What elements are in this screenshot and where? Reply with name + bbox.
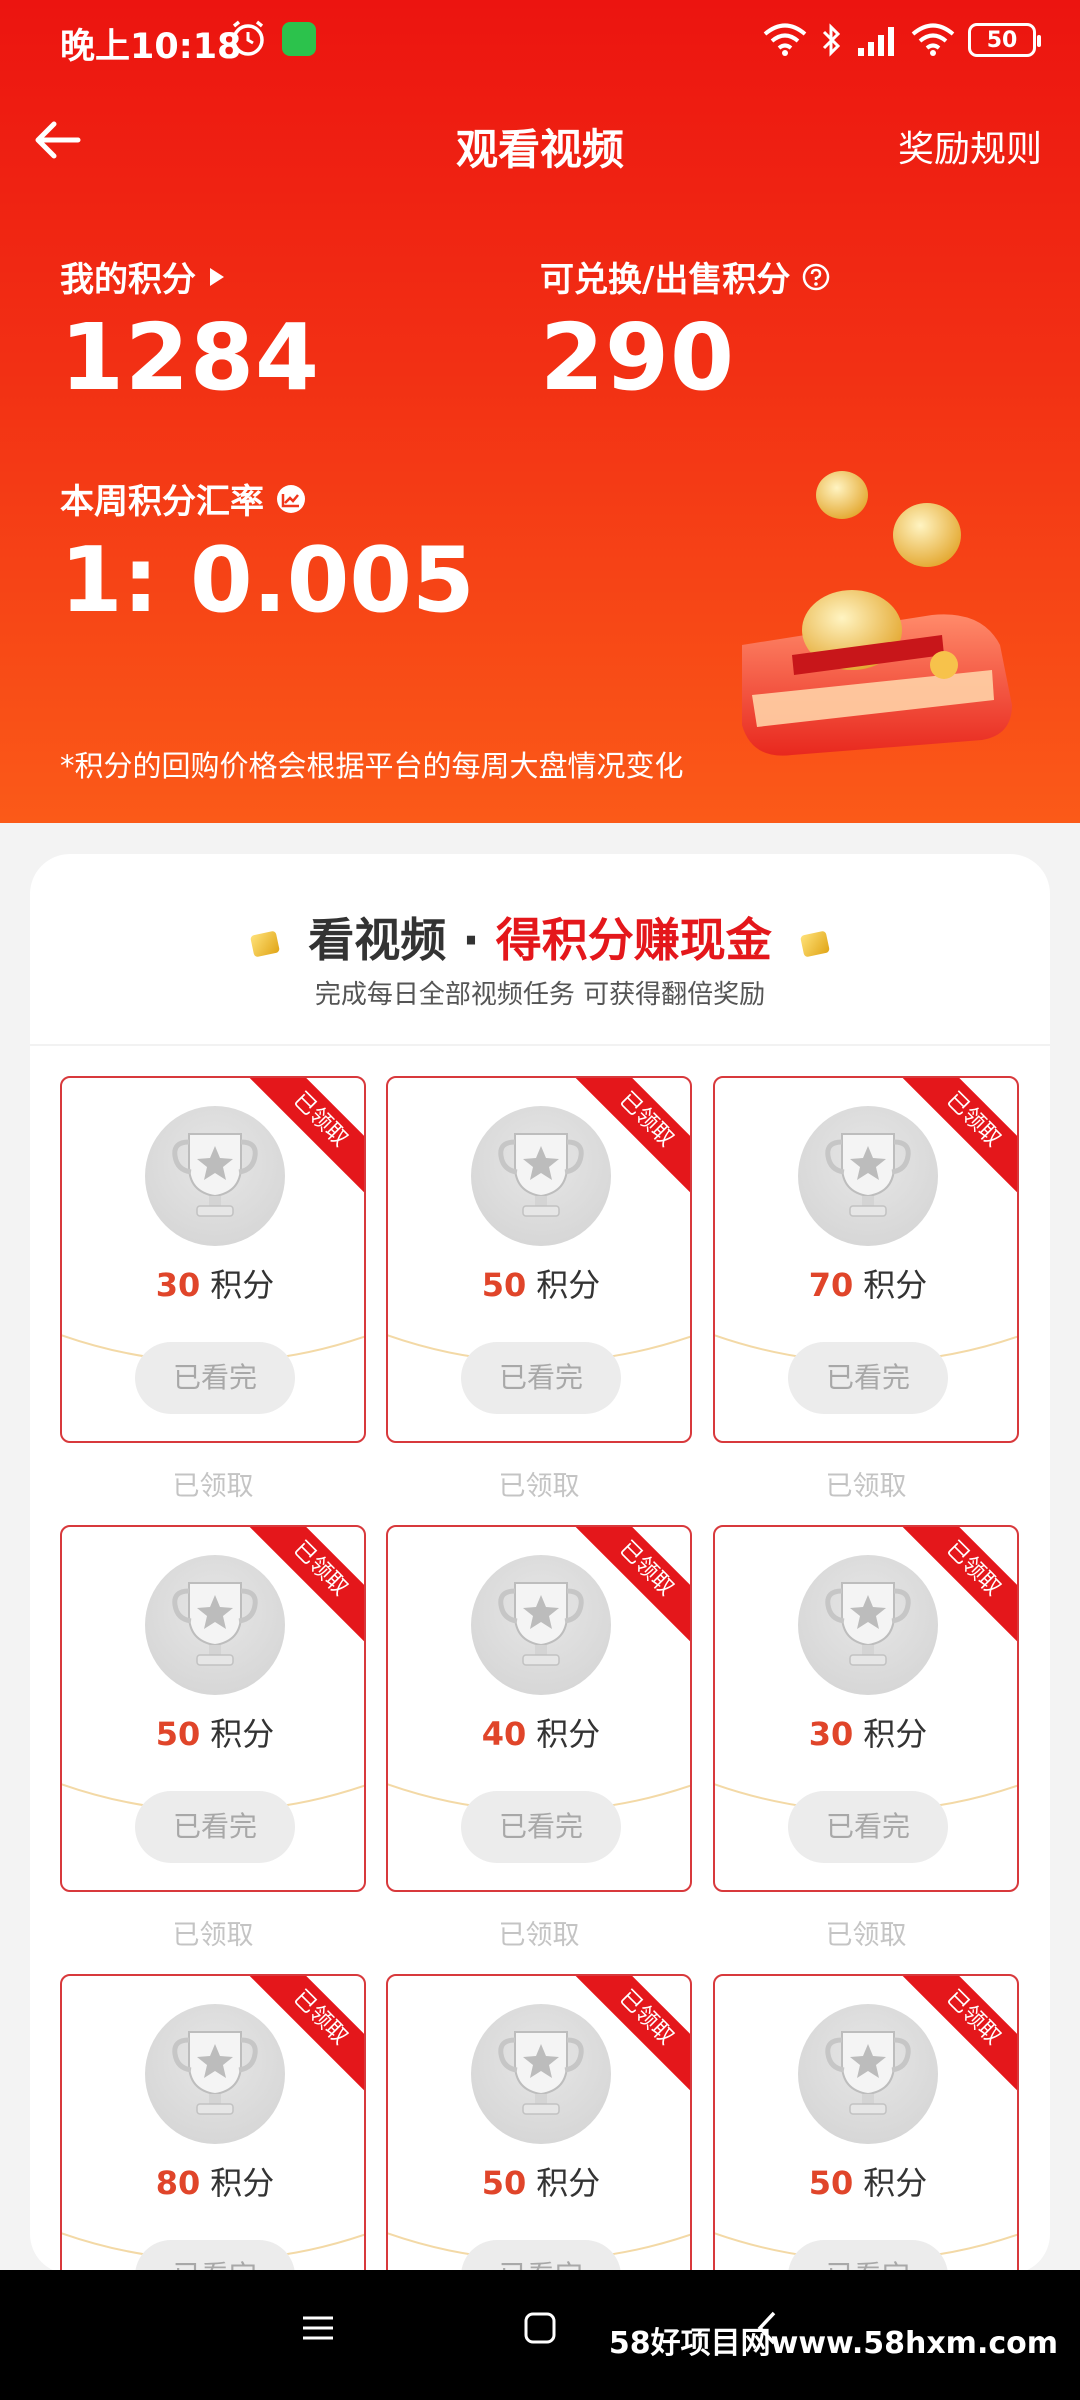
rate-note: *积分的回购价格会根据平台的每周大盘情况变化 <box>60 749 684 783</box>
weekly-rate-label-text: 本周积分汇率 <box>60 482 264 522</box>
task-points-unit: 积分 <box>210 1715 275 1753</box>
task-points: 30 积分 <box>62 1260 364 1306</box>
panel-title: 看视频 · 得积分赚现金 <box>30 904 1050 970</box>
watched-button[interactable]: 已看完 <box>461 1342 621 1414</box>
wifi-icon-2 <box>911 23 955 56</box>
claimed-caption: 已领取 <box>172 1920 254 1951</box>
task-points: 80 积分 <box>62 2158 364 2204</box>
trophy-badge <box>471 1555 611 1695</box>
task-points-value: 50 <box>155 1715 201 1753</box>
task-points-unit: 积分 <box>863 1715 928 1753</box>
play-triangle-icon <box>210 267 224 286</box>
task-points: 50 积分 <box>388 2158 690 2204</box>
trophy-badge <box>471 2004 611 2144</box>
task-points-value: 50 <box>481 1266 527 1304</box>
task-points-value: 80 <box>155 2164 201 2202</box>
weekly-rate-label: 本周积分汇率 <box>60 474 306 523</box>
my-points-value: 1284 <box>60 304 321 411</box>
claimed-caption: 已领取 <box>498 1471 580 1502</box>
task-points-unit: 积分 <box>863 1266 928 1304</box>
app-notification-icon <box>282 22 316 56</box>
task-points-value: 30 <box>155 1266 201 1304</box>
trophy-badge <box>145 2004 285 2144</box>
task-points: 70 积分 <box>715 1260 1017 1306</box>
task-points-unit: 积分 <box>536 1715 601 1753</box>
task-points-value: 70 <box>808 1266 854 1304</box>
weekly-rate-value: 1: 0.005 <box>60 528 475 633</box>
claimed-caption: 已领取 <box>498 1920 580 1951</box>
alarm-icon <box>232 20 264 56</box>
task-points-value: 50 <box>481 2164 527 2202</box>
trophy-badge <box>798 1555 938 1695</box>
divider <box>30 1044 1050 1046</box>
task-points-unit: 积分 <box>210 1266 275 1304</box>
task-points: 30 积分 <box>715 1709 1017 1755</box>
task-points-unit: 积分 <box>210 2164 275 2202</box>
claimed-caption: 已领取 <box>825 1471 907 1502</box>
my-points-label[interactable]: 我的积分 <box>60 252 226 301</box>
panel-subtitle: 完成每日全部视频任务 可获得翻倍奖励 <box>314 980 766 1010</box>
status-bar: 晚上10:18 50 <box>0 0 1080 80</box>
watermark: 58好项目网www.58hxm.com <box>608 2326 1058 2361</box>
claimed-caption: 已领取 <box>172 1471 254 1502</box>
task-points-unit: 积分 <box>863 2164 928 2202</box>
task-points: 50 积分 <box>388 1260 690 1306</box>
wifi-icon <box>763 23 807 56</box>
task-card[interactable]: 已领取 40 积分 已看完 <box>386 1525 692 1892</box>
watched-button[interactable]: 已看完 <box>461 1791 621 1863</box>
trend-chart-icon[interactable] <box>276 484 306 514</box>
bluetooth-icon <box>822 23 841 57</box>
task-card[interactable]: 已领取 30 积分 已看完 <box>60 1076 366 1443</box>
header: 晚上10:18 50 观看视频 奖励规则 我的积分 1284 可兑换/出售积分 … <box>0 0 1080 823</box>
trophy-badge <box>145 1106 285 1246</box>
reward-rules-link[interactable]: 奖励规则 <box>898 120 1042 172</box>
status-icons: 50 <box>762 18 1041 62</box>
trophy-badge <box>145 1555 285 1695</box>
exchange-points-label-text: 可兑换/出售积分 <box>540 260 791 300</box>
watched-button[interactable]: 已看完 <box>135 1791 295 1863</box>
trophy-badge <box>798 2004 938 2144</box>
status-time: 晚上10:18 <box>60 27 242 67</box>
panel-title-a: 看视频 · <box>308 913 496 967</box>
my-points-label-text: 我的积分 <box>60 260 196 300</box>
task-card[interactable]: 已领取 30 积分 已看完 <box>713 1525 1019 1892</box>
panel-title-b: 得积分赚现金 <box>495 913 772 967</box>
watched-button[interactable]: 已看完 <box>135 1342 295 1414</box>
trophy-badge <box>798 1106 938 1246</box>
task-card[interactable]: 已领取50积分已看完 <box>386 1076 692 1443</box>
task-card[interactable]: 已领取 70 积分 已看完 <box>713 1076 1019 1443</box>
gold-bar-icon-right <box>799 930 830 957</box>
task-points: 40 积分 <box>388 1709 690 1755</box>
menu-icon[interactable] <box>300 2310 336 2346</box>
home-square-icon[interactable] <box>522 2310 558 2346</box>
task-points-value: 50 <box>808 2164 854 2202</box>
task-points: 50 积分 <box>715 2158 1017 2204</box>
question-circle-icon[interactable] <box>802 263 830 291</box>
exchange-points-value: 290 <box>540 304 736 411</box>
task-points: 50 积分 <box>62 1709 364 1755</box>
task-points-unit: 积分 <box>536 1266 601 1304</box>
exchange-points-label: 可兑换/出售积分 <box>540 252 830 301</box>
task-card[interactable]: 已领取50积分已看完 <box>60 1525 366 1892</box>
battery-indicator: 50 <box>968 23 1041 57</box>
trophy-badge <box>471 1106 611 1246</box>
tasks-panel: 看视频 · 得积分赚现金 完成每日全部视频任务 可获得翻倍奖励 已领取 30 积分已… <box>30 854 1050 2341</box>
wallet-coins-illustration <box>742 471 1012 756</box>
task-points-value: 40 <box>481 1715 527 1753</box>
watched-button[interactable]: 已看完 <box>788 1791 948 1863</box>
signal-icon <box>858 27 894 56</box>
task-points-unit: 积分 <box>536 2164 601 2202</box>
watched-button[interactable]: 已看完 <box>788 1342 948 1414</box>
task-points-value: 30 <box>808 1715 854 1753</box>
gold-bar-icon <box>250 930 281 957</box>
claimed-caption: 已领取 <box>825 1920 907 1951</box>
